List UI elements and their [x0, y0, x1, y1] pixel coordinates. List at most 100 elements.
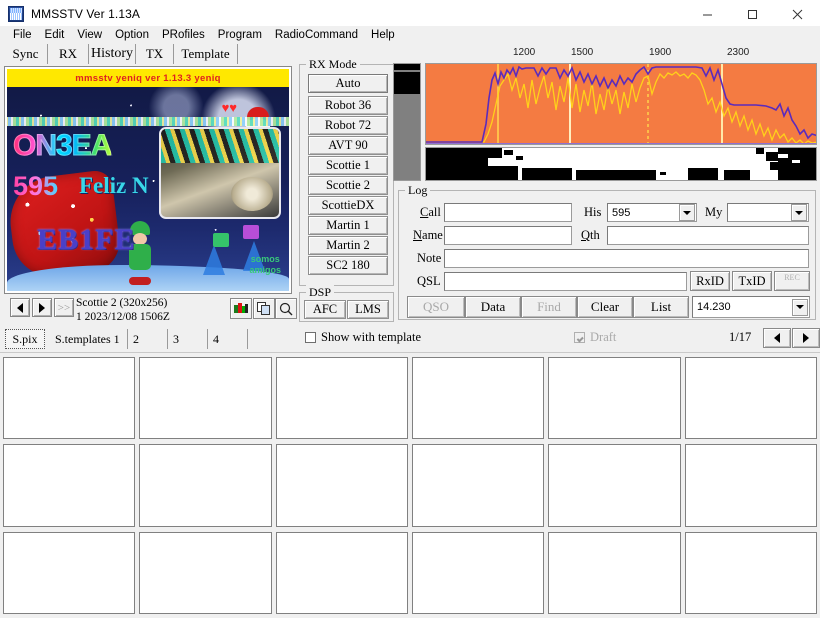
subtab-4[interactable]: 4 [208, 329, 248, 349]
my-combo[interactable] [727, 203, 809, 222]
menu-file[interactable]: File [7, 28, 39, 42]
frequency-combo[interactable]: 14.230 [692, 296, 810, 318]
thumbnail-cell[interactable] [139, 357, 272, 440]
thumbnail-cell[interactable] [275, 531, 408, 614]
mode-button-sc2-180[interactable]: SC2 180 [308, 256, 388, 275]
thumbnail-cell[interactable] [548, 444, 681, 527]
menu-edit[interactable]: Edit [39, 28, 72, 42]
maximize-icon[interactable] [730, 0, 775, 28]
tab-rx[interactable]: RX [48, 44, 89, 64]
page-next-icon[interactable] [792, 328, 820, 348]
callsign-primary: ON3EA [12, 129, 112, 162]
mode-button-scottie-2[interactable]: Scottie 2 [308, 176, 388, 195]
thumbnail-cell[interactable] [275, 357, 408, 440]
tab-tx[interactable]: TX [136, 44, 174, 64]
draft-checkbox: Draft [574, 330, 616, 345]
spectrum-display[interactable] [425, 63, 817, 145]
received-sstv-image: mmsstv yeniq ver 1.13.3 yeniq ♥♥ ON3EA 5… [7, 69, 289, 291]
thumbnail-cell[interactable] [3, 444, 136, 527]
menu-help[interactable]: Help [365, 28, 402, 42]
show-with-template-checkbox[interactable]: Show with template [305, 330, 421, 345]
name-input[interactable] [444, 226, 572, 245]
waterfall-display[interactable] [425, 147, 817, 181]
thumbnail-cell[interactable] [411, 531, 545, 614]
close-icon[interactable] [775, 0, 820, 28]
qth-input[interactable] [607, 226, 809, 245]
subtab-3[interactable]: 3 [168, 329, 208, 349]
tab-sync[interactable]: Sync [4, 44, 48, 64]
mode-button-scottiedx[interactable]: ScottieDX [308, 196, 388, 215]
subtab-2[interactable]: 2 [128, 329, 168, 349]
his-chevron-down-icon[interactable] [679, 204, 695, 221]
mode-button-auto[interactable]: Auto [308, 74, 388, 93]
thumbnail-cell[interactable] [411, 357, 545, 440]
thumbnail-cell[interactable] [684, 444, 817, 527]
thumbnail-cell[interactable] [548, 357, 681, 440]
greeting-text: Feliz N [79, 173, 149, 198]
title-bar: MMSSTV Ver 1.13A [0, 0, 820, 28]
mode-button-avt-90[interactable]: AVT 90 [308, 136, 388, 155]
magnifier-icon[interactable] [275, 298, 297, 319]
gift-decoration-1 [213, 233, 229, 247]
mmsstv-app-icon [8, 6, 24, 22]
mode-button-martin-1[interactable]: Martin 1 [308, 216, 388, 235]
thumbnail-cell[interactable] [411, 444, 545, 527]
tab-history[interactable]: History [89, 44, 136, 64]
page-indicator: 1/17 [729, 330, 752, 344]
qsl-input[interactable] [444, 272, 687, 291]
mode-button-martin-2[interactable]: Martin 2 [308, 236, 388, 255]
tab-template[interactable]: Template [174, 44, 238, 64]
footer-text: somos amigos [249, 254, 281, 275]
menu-view[interactable]: View [71, 28, 109, 42]
menu-program[interactable]: Program [212, 28, 269, 42]
footer-line-1: somos [250, 254, 280, 265]
log-group: Log Call His 595 My Name Qth Note QSL Rx… [398, 183, 816, 320]
thumbnail-cell[interactable] [139, 444, 272, 527]
received-image-panel[interactable]: mmsstv yeniq ver 1.13.3 yeniq ♥♥ ON3EA 5… [4, 66, 292, 294]
frequency-chevron-down-icon[interactable] [792, 298, 808, 316]
subtab-stemplates-1[interactable]: S.templates 1 [50, 329, 128, 349]
next-image-icon[interactable] [32, 298, 52, 317]
mode-button-robot-36[interactable]: Robot 36 [308, 96, 388, 115]
thumbnail-cell[interactable] [3, 357, 136, 440]
his-label: His [584, 205, 602, 219]
thumbnail-cell[interactable] [684, 357, 817, 440]
txid-button[interactable]: TxID [732, 271, 772, 291]
copy-icon[interactable] [253, 298, 275, 319]
my-chevron-down-icon[interactable] [791, 204, 807, 221]
thumbnail-cell[interactable] [684, 531, 817, 614]
thumbnail-cell[interactable] [3, 531, 136, 614]
dsp-legend: DSP [306, 285, 335, 300]
page-prev-icon[interactable] [763, 328, 791, 348]
note-input[interactable] [444, 249, 809, 268]
clear-button[interactable]: Clear [577, 296, 633, 318]
level-meter [393, 63, 421, 181]
mode-button-scottie-1[interactable]: Scottie 1 [308, 156, 388, 175]
list-button[interactable]: List [633, 296, 689, 318]
forward-image-button[interactable]: >> [54, 298, 74, 317]
rx-mode-group: RX Mode Auto Robot 36 Robot 72 AVT 90 Sc… [299, 57, 394, 286]
prev-image-icon[interactable] [10, 298, 30, 317]
draft-label: Draft [590, 330, 617, 344]
rec-button[interactable]: REC [774, 271, 810, 291]
data-button[interactable]: Data [465, 296, 521, 318]
find-button[interactable]: Find [521, 296, 577, 318]
dsp-button-afc[interactable]: AFC [304, 300, 346, 319]
minimize-icon[interactable] [685, 0, 730, 28]
callsign-secondary: EB1FE [37, 223, 136, 256]
rxid-button[interactable]: RxID [690, 271, 730, 291]
mode-button-robot-72[interactable]: Robot 72 [308, 116, 388, 135]
menu-radiocommand[interactable]: RadioCommand [269, 28, 365, 42]
call-input[interactable] [444, 203, 572, 222]
thumbnail-cell[interactable] [548, 531, 681, 614]
his-combo[interactable]: 595 [607, 203, 697, 222]
palette-icon[interactable] [230, 298, 252, 319]
qso-button[interactable]: QSO [407, 296, 465, 318]
thumbnail-cell[interactable] [275, 444, 408, 527]
menu-profiles[interactable]: PRofiles [156, 28, 212, 42]
menu-option[interactable]: Option [109, 28, 156, 42]
footer-line-2: amigos [249, 264, 281, 275]
thumbnail-cell[interactable] [139, 531, 272, 614]
dsp-button-lms[interactable]: LMS [347, 300, 389, 319]
subtab-spix[interactable]: S.pix [5, 329, 45, 349]
